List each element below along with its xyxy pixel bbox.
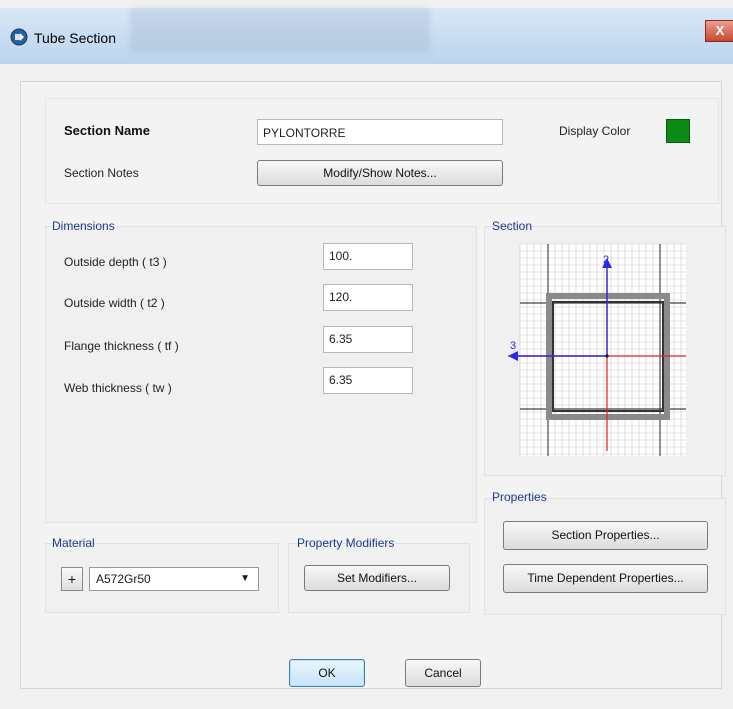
set-modifiers-button[interactable]: Set Modifiers... [304, 565, 450, 591]
web-thickness-label: Web thickness ( tw ) [64, 381, 172, 395]
header-group [45, 98, 719, 204]
material-title: Material [52, 536, 95, 550]
background-window-ghost [130, 8, 430, 52]
modify-show-notes-button[interactable]: Modify/Show Notes... [257, 160, 503, 186]
section-preview-title: Section [492, 219, 533, 233]
properties-group [484, 498, 726, 615]
window-title: Tube Section [34, 30, 116, 46]
section-properties-button[interactable]: Section Properties... [503, 521, 708, 550]
tube-section-dialog: Tube Section X Section Name PYLONTORRE D… [0, 0, 733, 709]
section-preview-canvas: 2 3 [508, 243, 686, 456]
section-name-input[interactable]: PYLONTORRE [257, 119, 503, 145]
section-name-label: Section Name [64, 123, 150, 138]
ok-button[interactable]: OK [289, 659, 365, 687]
material-select-value: A572Gr50 [96, 572, 151, 586]
app-icon [10, 28, 28, 46]
axis-2-label: 2 [603, 254, 609, 266]
section-notes-label: Section Notes [64, 166, 139, 180]
web-thickness-input[interactable]: 6.35 [323, 367, 413, 394]
cancel-button[interactable]: Cancel [405, 659, 481, 687]
flange-thickness-input[interactable]: 6.35 [323, 326, 413, 353]
close-button[interactable]: X [705, 20, 733, 42]
outside-width-label: Outside width ( t2 ) [64, 296, 165, 310]
flange-thickness-label: Flange thickness ( tf ) [64, 339, 179, 353]
outside-width-input[interactable]: 120. [323, 284, 413, 311]
outside-depth-label: Outside depth ( t3 ) [64, 255, 167, 269]
material-select[interactable]: A572Gr50 ▼ [89, 567, 259, 591]
properties-title: Properties [492, 490, 547, 504]
display-color-label: Display Color [559, 124, 631, 138]
display-color-swatch[interactable] [666, 119, 690, 143]
property-modifiers-title: Property Modifiers [297, 536, 395, 550]
title-bar[interactable]: Tube Section X [0, 8, 733, 65]
add-material-button[interactable]: + [61, 567, 83, 591]
outside-depth-input[interactable]: 100. [323, 243, 413, 270]
axis-3-label: 3 [510, 340, 516, 352]
dimensions-title: Dimensions [52, 219, 115, 233]
time-dependent-properties-button[interactable]: Time Dependent Properties... [503, 564, 708, 593]
chevron-down-icon: ▼ [240, 573, 250, 584]
